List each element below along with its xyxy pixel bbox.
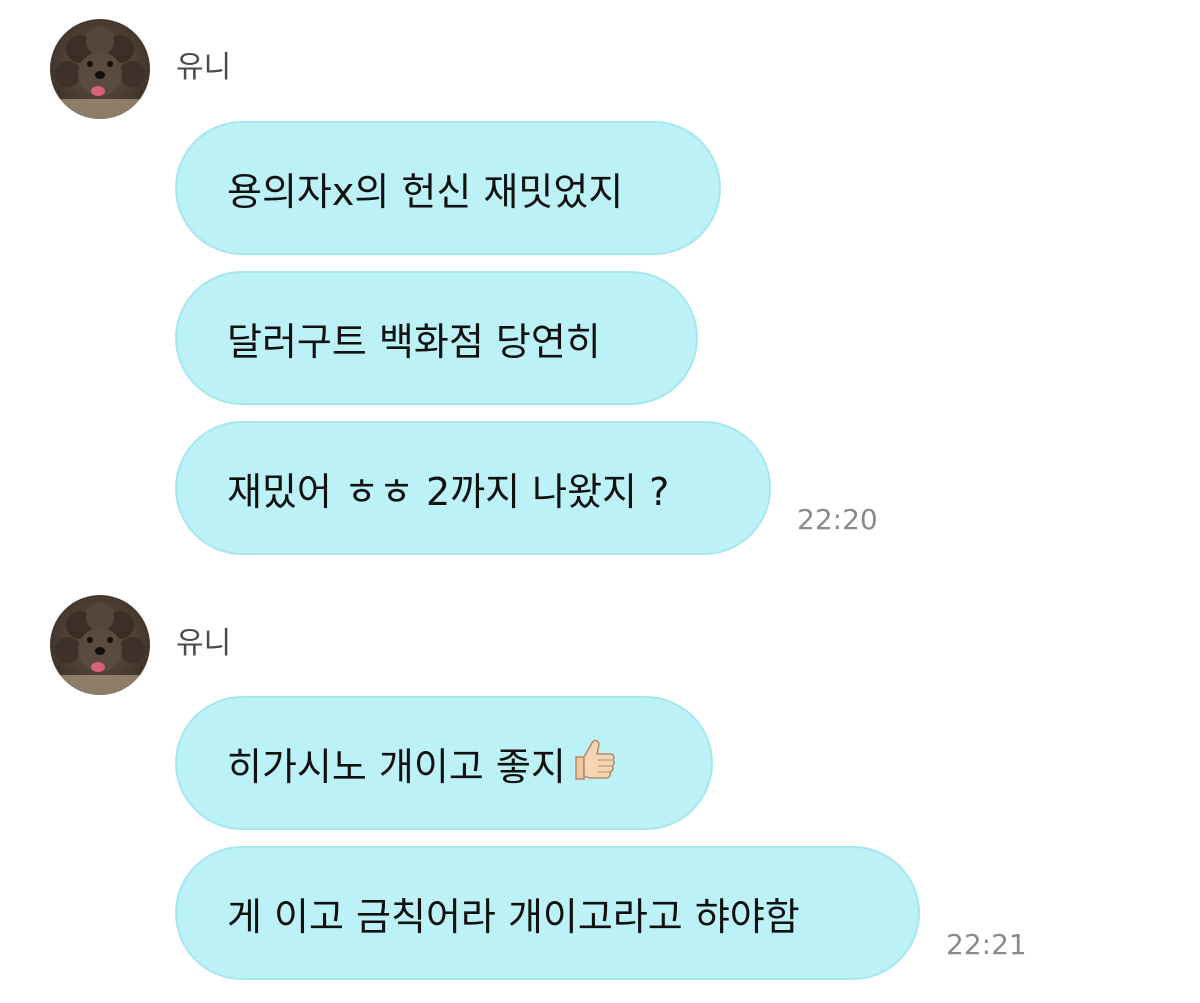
message-bubble[interactable]: 히가시노 개이고 좋지	[175, 696, 713, 830]
message-text: 달러구트 백화점 당연히	[227, 319, 601, 364]
message-text: 히가시노 개이고 좋지	[227, 744, 566, 789]
sender-name: 유니	[176, 50, 232, 85]
message-text: 게 이고 금칙어라 개이고라고 햐야함	[227, 894, 800, 939]
sender-name: 유니	[176, 626, 232, 661]
poodle-avatar-icon	[50, 603, 150, 695]
message-text: 재밌어 ㅎㅎ 2까지 나왔지 ?	[227, 469, 670, 514]
message-timestamp: 22:20	[797, 503, 878, 536]
message-text: 용의자x의 헌신 재밋었지	[227, 169, 624, 214]
thumbs-up-icon	[568, 733, 620, 794]
message-bubble[interactable]: 용의자x의 헌신 재밋었지	[175, 121, 721, 255]
poodle-avatar-icon	[50, 27, 150, 119]
message-bubble[interactable]: 재밌어 ㅎㅎ 2까지 나왔지 ?	[175, 421, 771, 555]
message-timestamp: 22:21	[946, 928, 1027, 961]
message-bubble[interactable]: 달러구트 백화점 당연히	[175, 271, 698, 405]
sender-avatar[interactable]	[50, 19, 150, 119]
sender-avatar[interactable]	[50, 595, 150, 695]
message-bubble[interactable]: 게 이고 금칙어라 개이고라고 햐야함	[175, 846, 920, 980]
